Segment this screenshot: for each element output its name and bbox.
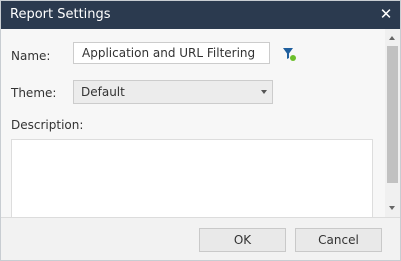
theme-select[interactable]: Default xyxy=(73,80,273,104)
dialog-footer: OK Cancel xyxy=(1,217,400,260)
caret-down-icon xyxy=(261,90,267,94)
filter-icon[interactable] xyxy=(282,46,298,62)
name-input[interactable] xyxy=(73,42,270,64)
ok-button[interactable]: OK xyxy=(199,228,286,252)
report-settings-dialog: Report Settings ✕ Name: Theme: Default D… xyxy=(0,0,401,261)
scroll-up-icon[interactable] xyxy=(389,36,395,40)
scroll-down-icon[interactable] xyxy=(389,206,395,210)
name-label: Name: xyxy=(11,49,51,63)
cancel-button[interactable]: Cancel xyxy=(295,228,382,252)
description-label: Description: xyxy=(11,118,84,132)
dialog-title: Report Settings xyxy=(10,7,111,22)
theme-selected-value: Default xyxy=(81,85,125,99)
dialog-titlebar: Report Settings ✕ xyxy=(1,1,400,29)
vertical-scrollbar[interactable] xyxy=(385,29,400,217)
close-icon[interactable]: ✕ xyxy=(379,6,393,22)
description-textarea[interactable] xyxy=(11,139,373,217)
scroll-thumb[interactable] xyxy=(387,46,398,183)
theme-label: Theme: xyxy=(11,86,57,100)
dialog-content: Name: Theme: Default Description: xyxy=(1,29,385,217)
